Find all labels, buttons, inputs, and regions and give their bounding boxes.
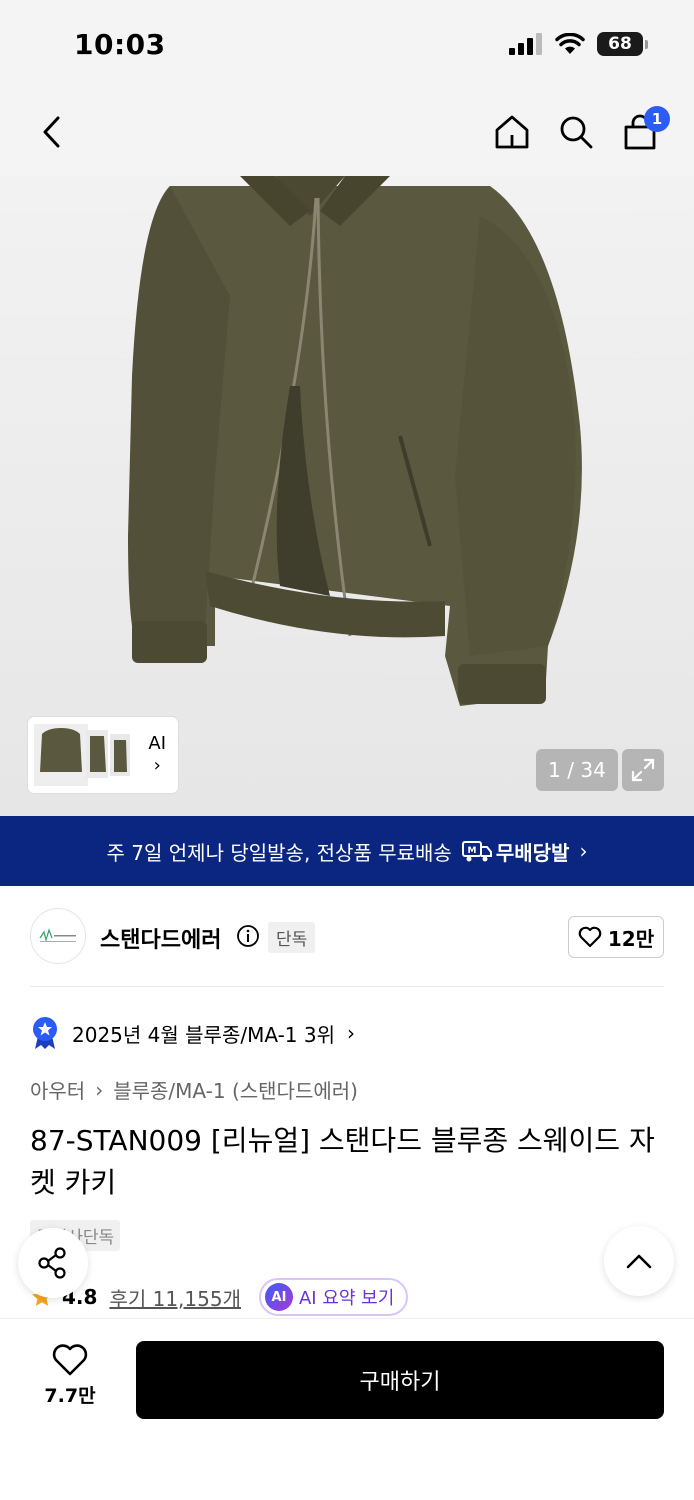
wifi-icon xyxy=(555,33,585,54)
review-count-link[interactable]: 후기 11,155개 xyxy=(109,1283,241,1312)
chevron-right-icon: › xyxy=(579,839,588,863)
exclusive-badge: 단독 xyxy=(268,922,316,953)
ranking-text: 2025년 4월 블루종/MA-1 3위 xyxy=(72,1022,335,1047)
chevron-up-icon xyxy=(626,1254,652,1269)
chevron-right-icon: › xyxy=(95,1077,104,1102)
truck-icon: M xyxy=(461,841,492,862)
ranking-badge-icon xyxy=(33,1017,57,1049)
free-shipping-logo: M 무배당발 xyxy=(461,837,569,866)
image-counter: 1 / 34 xyxy=(536,749,618,791)
heart-icon xyxy=(52,1344,88,1376)
status-bar: 10:03 68 xyxy=(0,0,694,90)
home-icon xyxy=(495,115,529,149)
product-image-gallery[interactable]: AI › 1 / 34 xyxy=(0,176,694,816)
breadcrumb-item-blouson[interactable]: 블루종/MA-1 (스탠다드에러) xyxy=(113,1075,358,1104)
brand-name[interactable]: 스탠다드에러 xyxy=(100,922,221,954)
chevron-left-icon xyxy=(43,116,60,148)
home-button[interactable] xyxy=(488,108,536,156)
back-button[interactable] xyxy=(28,108,76,156)
battery-icon: 68 xyxy=(597,32,648,56)
rating-row: 4.8 후기 11,155개 AI AI 요약 보기 xyxy=(30,1278,409,1316)
ranking-link[interactable]: 2025년 4월 블루종/MA-1 3위 › xyxy=(30,1016,355,1050)
ai-thumbnail-strip[interactable]: AI › xyxy=(28,717,178,793)
scroll-to-top-button[interactable] xyxy=(604,1226,674,1296)
buy-button[interactable]: 구매하기 xyxy=(136,1341,664,1419)
brand-like-count: 12만 xyxy=(607,926,655,951)
expand-icon xyxy=(631,758,655,782)
brand-logo[interactable] xyxy=(30,908,86,964)
info-icon[interactable] xyxy=(236,924,260,948)
shipping-banner-text: 주 7일 언제나 당일발송, 전상품 무료배송 xyxy=(106,840,452,865)
status-icons: 68 xyxy=(509,32,648,56)
heart-icon xyxy=(578,926,602,948)
chevron-right-icon: › xyxy=(347,1021,355,1045)
breadcrumb-item-outer[interactable]: 아우터 xyxy=(30,1075,85,1104)
ai-thumbnail-label: AI › xyxy=(148,733,166,776)
expand-button[interactable] xyxy=(622,749,664,791)
search-button[interactable] xyxy=(552,108,600,156)
ai-badge-icon: AI xyxy=(264,1283,293,1311)
chevron-right-icon: › xyxy=(153,755,161,776)
svg-text:M: M xyxy=(467,846,476,856)
ai-summary-label: AI 요약 보기 xyxy=(298,1288,395,1309)
status-time: 10:03 xyxy=(74,28,166,61)
top-nav: 1 xyxy=(0,90,694,176)
cart-count-badge: 1 xyxy=(644,106,670,132)
wishlist-button[interactable]: 7.7만 xyxy=(30,1343,110,1408)
share-icon xyxy=(38,1247,66,1279)
wishlist-count: 7.7만 xyxy=(44,1385,96,1407)
brand-logo-mark xyxy=(39,928,76,943)
brand-like-button[interactable]: 12만 xyxy=(568,916,664,958)
divider xyxy=(30,986,664,987)
cart-button[interactable]: 1 xyxy=(616,106,670,156)
ai-summary-button[interactable]: AI AI 요약 보기 xyxy=(258,1278,409,1316)
bottom-action-bar: 7.7만 구매하기 xyxy=(0,1318,694,1500)
shipping-banner[interactable]: 주 7일 언제나 당일발송, 전상품 무료배송 M 무배당발 › xyxy=(0,816,694,886)
signal-icon xyxy=(509,33,542,55)
product-title: 87-STAN009 [리뉴얼] 스탠다드 블루종 스웨이드 자켓 카키 xyxy=(30,1124,655,1199)
brand-row: 스탠다드에러 단독 12만 xyxy=(0,886,694,986)
jacket-thumbnail-icon xyxy=(34,724,130,786)
share-button[interactable] xyxy=(18,1228,88,1298)
battery-level: 68 xyxy=(597,32,643,56)
search-icon xyxy=(560,116,593,149)
breadcrumb: 아우터 › 블루종/MA-1 (스탠다드에러) xyxy=(30,1075,358,1104)
